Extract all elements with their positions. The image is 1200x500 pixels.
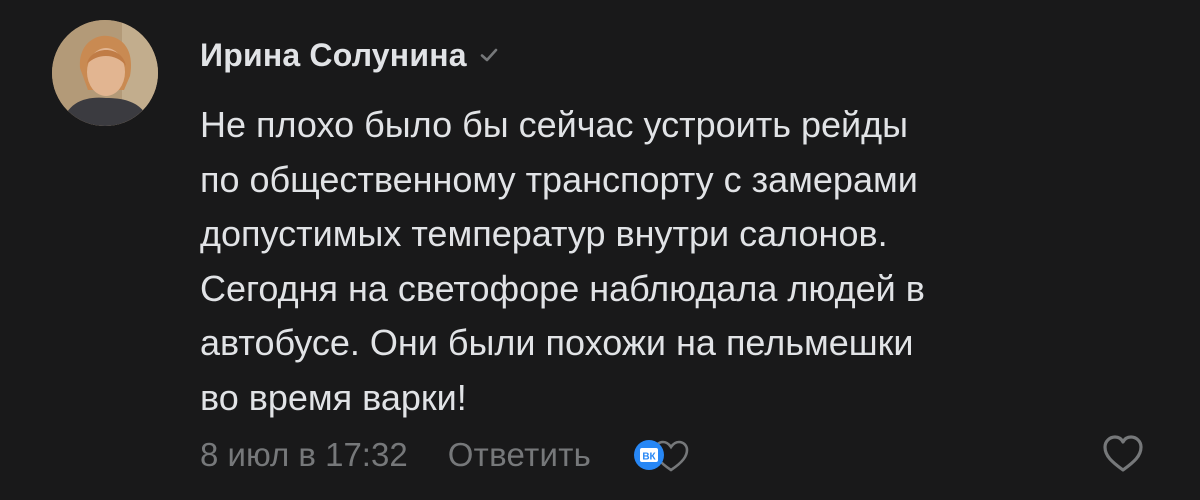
reaction-button[interactable]: ВК xyxy=(631,435,691,475)
comment-line: по общественному транспорту с замерами xyxy=(200,158,918,200)
checkmark-icon xyxy=(479,45,499,65)
comment-text: Не плохо было бы сейчас устроить рейды п… xyxy=(200,98,1160,425)
comment-line: Не плохо было бы сейчас устроить рейды xyxy=(200,104,909,145)
comment-line: допустимых температур внутри салонов. xyxy=(200,213,888,254)
avatar[interactable] xyxy=(52,20,158,126)
comment-line: Сегодня на светофоре наблюдала людей в xyxy=(200,267,925,309)
comment-line: автобусе. Они были похожи на пельмешки xyxy=(200,322,914,363)
like-button[interactable] xyxy=(1100,432,1146,478)
comment-header: Ирина Солунина xyxy=(200,30,499,80)
avatar-photo xyxy=(52,20,158,126)
reply-button[interactable]: Ответить xyxy=(448,436,591,474)
comment-date[interactable]: 8 июл в 17:32 xyxy=(200,436,408,474)
comment-line: во время варки! xyxy=(200,376,467,418)
comment-footer: 8 июл в 17:32 Ответить ВК xyxy=(200,430,691,480)
vk-badge-text: ВК xyxy=(642,452,656,463)
heart-outline-icon xyxy=(1103,435,1143,472)
heart-icon: ВК xyxy=(634,440,689,472)
author-name[interactable]: Ирина Солунина xyxy=(200,37,467,74)
